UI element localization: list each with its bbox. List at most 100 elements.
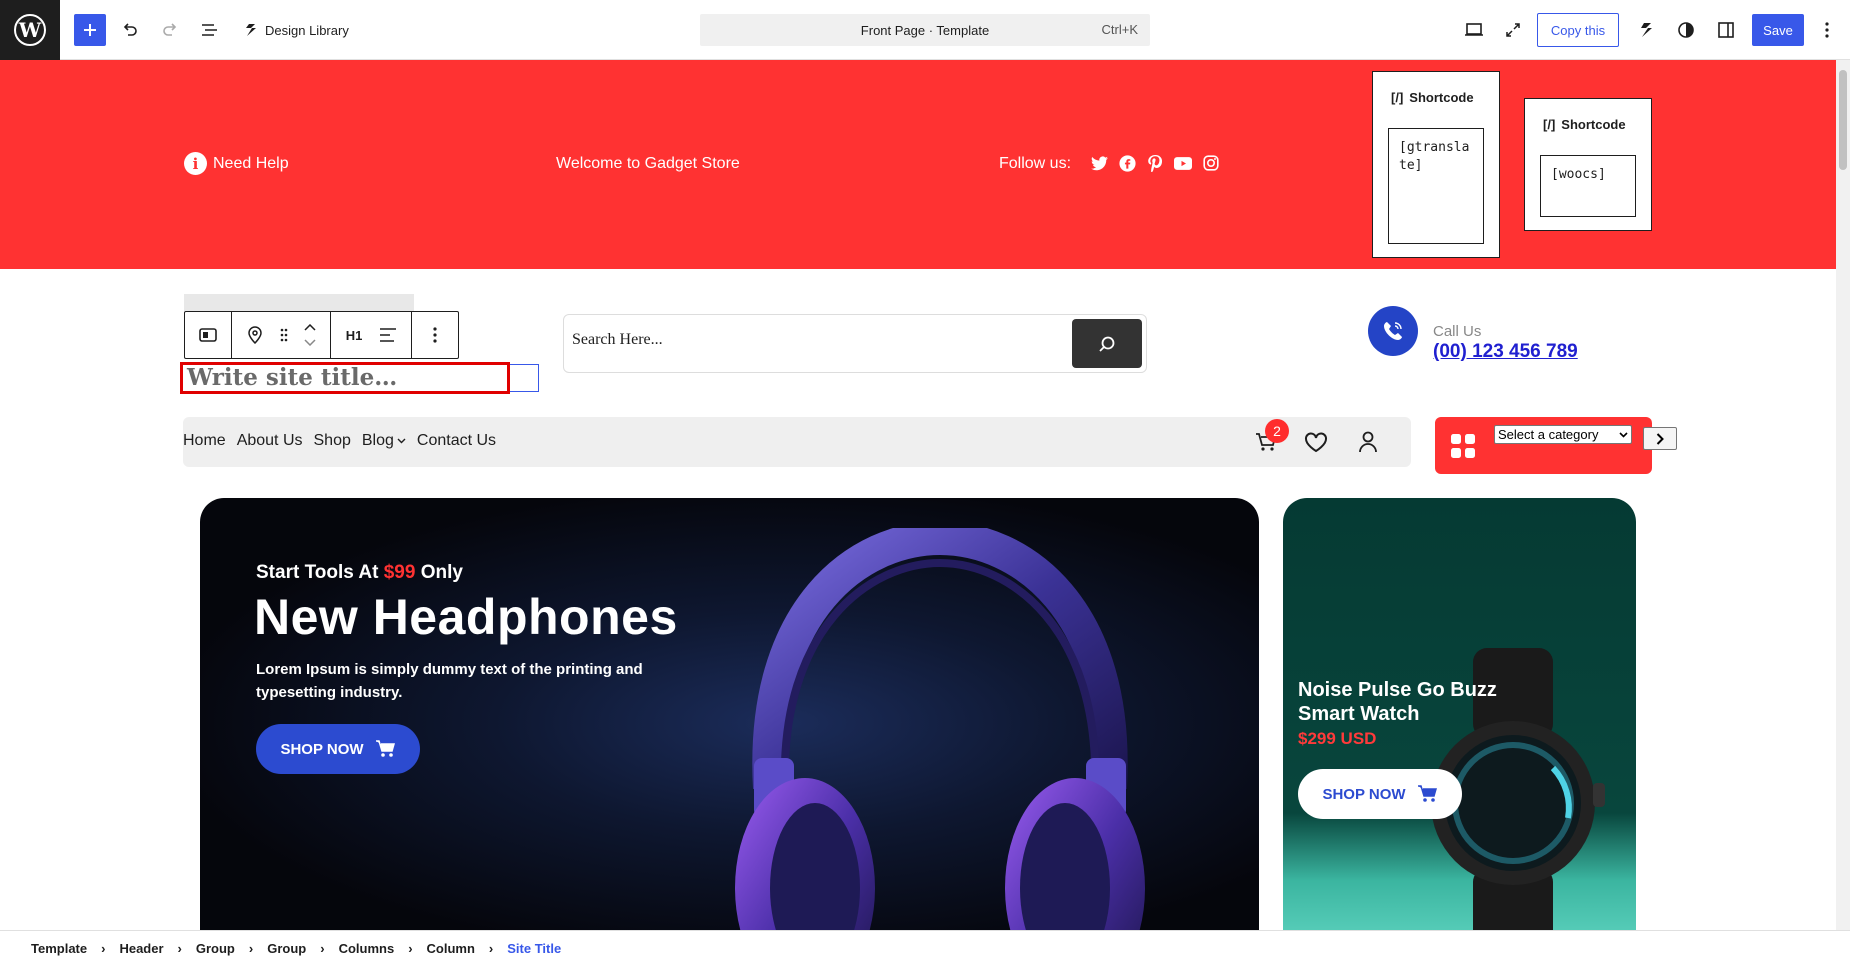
facebook-icon[interactable] xyxy=(1118,154,1136,172)
cart-icon[interactable]: 2 xyxy=(1251,419,1289,457)
block-switcher-group xyxy=(185,312,232,358)
breadcrumb-item[interactable]: Group xyxy=(267,941,306,956)
category-grid-icon xyxy=(1451,434,1475,458)
breadcrumb-separator-icon: › xyxy=(488,941,494,956)
wordpress-logo-icon[interactable]: W xyxy=(0,0,60,60)
canvas-scrollbar[interactable] xyxy=(1836,60,1850,930)
chevron-down-icon xyxy=(397,438,406,444)
breadcrumb-item[interactable]: Column xyxy=(427,941,475,956)
smartwatch-shop-now-label: SHOP NOW xyxy=(1322,785,1406,803)
spectra-icon[interactable] xyxy=(1630,14,1662,46)
copy-this-button[interactable]: Copy this xyxy=(1537,13,1619,47)
save-button[interactable]: Save xyxy=(1752,14,1804,46)
smartwatch-title: Noise Pulse Go Buzz Smart Watch xyxy=(1298,679,1497,725)
nav-item-blog[interactable]: Blog xyxy=(362,432,406,450)
hero-kicker: Start Tools At $99 Only xyxy=(256,562,463,584)
redo-icon[interactable] xyxy=(154,14,186,46)
category-go-button[interactable] xyxy=(1643,427,1677,450)
chevron-down-icon xyxy=(1619,431,1628,438)
breadcrumb-item[interactable]: Header xyxy=(119,941,163,956)
main-navigation-bar: Home About Us Shop Blog Contact Us 2 xyxy=(183,417,1411,467)
editor-canvas[interactable]: i Need Help Welcome to Gadget Store Foll… xyxy=(0,60,1836,930)
shortcode-header: [/] Shortcode xyxy=(1543,117,1626,132)
phone-number-link[interactable]: (00) 123 456 789 xyxy=(1433,341,1578,363)
command-shortcut: Ctrl+K xyxy=(1101,22,1138,37)
site-title-input[interactable]: Write site title… xyxy=(180,362,510,394)
add-block-button[interactable] xyxy=(74,14,106,46)
document-overview-icon[interactable] xyxy=(194,14,226,46)
shortcode-block-woocs[interactable]: [/] Shortcode [woocs] xyxy=(1524,98,1652,231)
twitter-icon[interactable] xyxy=(1090,154,1108,172)
hero-title: New Headphones xyxy=(254,589,678,645)
desktop-preview-icon[interactable] xyxy=(1458,14,1490,46)
smartwatch-price: $299 USD xyxy=(1298,729,1377,748)
options-kebab-icon[interactable] xyxy=(1811,14,1843,46)
call-us-label: Call Us xyxy=(1433,323,1482,340)
block-type-icon[interactable] xyxy=(191,318,225,352)
design-library-label: Design Library xyxy=(265,22,349,38)
command-palette-bar[interactable]: Front Page · Template Ctrl+K xyxy=(700,14,1150,46)
instagram-icon[interactable] xyxy=(1202,154,1220,172)
breadcrumb-separator-icon: › xyxy=(101,941,106,956)
shortcode-header: [/] Shortcode xyxy=(1391,90,1474,105)
account-user-icon[interactable] xyxy=(1353,427,1383,457)
need-help-label: Need Help xyxy=(213,154,289,172)
align-left-icon[interactable] xyxy=(371,318,405,352)
info-icon: i xyxy=(184,152,207,175)
nav-item-about-us[interactable]: About Us xyxy=(237,432,303,450)
headphones-image xyxy=(735,528,1145,930)
smartwatch-shop-now-button[interactable]: SHOP NOW xyxy=(1298,769,1462,819)
search-button[interactable] xyxy=(1072,319,1142,368)
chevron-right-icon xyxy=(1656,432,1664,445)
breadcrumb-item[interactable]: Columns xyxy=(339,941,395,956)
location-pin-icon[interactable] xyxy=(238,318,272,352)
phone-icon xyxy=(1368,306,1418,356)
pinterest-icon[interactable] xyxy=(1146,154,1164,172)
breadcrumb-current-item[interactable]: Site Title xyxy=(507,941,561,956)
svg-text:W: W xyxy=(18,18,42,42)
nav-item-contact-us[interactable]: Contact Us xyxy=(417,432,496,450)
breadcrumb-item[interactable]: Group xyxy=(196,941,235,956)
editor-top-toolbar: W Design Library Front Page · Template C… xyxy=(0,0,1850,60)
youtube-icon[interactable] xyxy=(1174,154,1192,172)
design-library-icon xyxy=(243,22,259,38)
shortcode-block-gtranslate[interactable]: [/] Shortcode [gtranslate] xyxy=(1372,71,1500,258)
need-help-link[interactable]: i Need Help xyxy=(184,152,289,175)
breadcrumb-separator-icon: › xyxy=(320,941,325,956)
move-up-down-icon[interactable] xyxy=(296,318,324,352)
hero-shop-now-button[interactable]: SHOP NOW xyxy=(256,724,420,774)
styles-contrast-icon[interactable] xyxy=(1670,14,1702,46)
cart-icon xyxy=(1417,785,1437,802)
undo-icon[interactable] xyxy=(114,14,146,46)
search-icon xyxy=(1099,336,1115,352)
heading-format-group: H1 xyxy=(331,312,412,358)
cart-count-badge: 2 xyxy=(1265,419,1289,443)
category-select[interactable]: Select a category xyxy=(1494,425,1632,444)
heading-level-button[interactable]: H1 xyxy=(337,318,371,352)
drag-handle-icon[interactable] xyxy=(272,318,296,352)
nav-item-blog-label: Blog xyxy=(361,432,394,449)
follow-us-label: Follow us: xyxy=(999,155,1072,172)
fullscreen-icon[interactable] xyxy=(1497,14,1529,46)
shortcode-textarea[interactable]: [gtranslate] xyxy=(1388,128,1484,244)
breadcrumb-separator-icon: › xyxy=(177,941,182,956)
shortcode-textarea[interactable]: [woocs] xyxy=(1540,155,1636,217)
nav-item-shop[interactable]: Shop xyxy=(314,432,351,450)
hero-shop-now-label: SHOP NOW xyxy=(280,740,364,758)
smartwatch-promo-card: Noise Pulse Go Buzz Smart Watch $299 USD… xyxy=(1283,498,1636,930)
breadcrumb-separator-icon: › xyxy=(408,941,413,956)
more-options-icon[interactable] xyxy=(418,318,452,352)
nav-item-home[interactable]: Home xyxy=(183,432,226,450)
scrollbar-thumb[interactable] xyxy=(1839,70,1847,170)
settings-sidebar-icon[interactable] xyxy=(1710,14,1742,46)
wishlist-heart-icon[interactable] xyxy=(1301,427,1331,457)
block-movers-group xyxy=(232,312,331,358)
hero-banner: Start Tools At $99 Only New Headphones L… xyxy=(200,498,1259,930)
block-toolbar: H1 xyxy=(184,311,459,359)
hero-description: Lorem Ipsum is simply dummy text of the … xyxy=(256,661,643,701)
search-input[interactable] xyxy=(572,331,1052,349)
breadcrumb-item[interactable]: Template xyxy=(31,941,87,956)
shortcode-label: Shortcode xyxy=(1409,90,1474,105)
design-library-button[interactable]: Design Library xyxy=(243,18,349,42)
hero-kicker-suffix: Only xyxy=(420,562,463,583)
